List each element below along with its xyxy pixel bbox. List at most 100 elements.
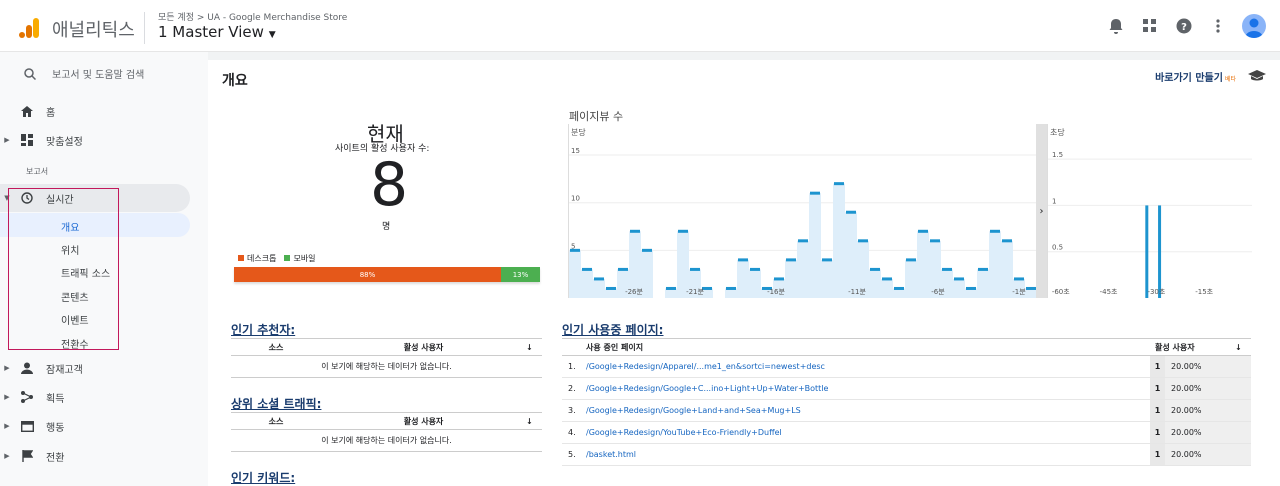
empty-message: 이 보기에 해당하는 데이터가 없습니다. [231,356,542,378]
svg-text:?: ? [1181,22,1187,33]
y-tick-label: 1 [1052,197,1056,205]
row-count: 1 [1150,356,1165,377]
sidebar-item-custom[interactable]: ▶ 맞춤설정 [0,127,208,153]
account-breadcrumb[interactable]: 모든 계정 > UA - Google Merchandise Store [158,10,347,23]
caret-down-icon: ▼ [268,30,276,40]
view-name: 1 Master View [158,23,264,41]
row-number: 2. [568,384,576,393]
view-selector[interactable]: 1 Master View ▼ [158,23,276,41]
data-bar[interactable] [1158,205,1162,298]
col-page[interactable]: 사용 중인 페이지 [586,342,1155,353]
page-link[interactable]: /Google+Redesign/Google+C...ino+Light+Up… [586,384,1150,393]
sort-down-icon[interactable]: ↓ [1235,343,1251,352]
sidebar-item-behavior[interactable]: ▶ 행동 [0,413,208,439]
row-percent: 20.00% [1165,444,1251,465]
sidebar-item-audience[interactable]: ▶ 잠재고객 [0,355,208,381]
expand-arrow-icon: ▶ [4,452,10,460]
sidebar-item-conversions[interactable]: ▶ 전환 [0,443,208,469]
row-percent: 20.00% [1165,378,1251,399]
x-tick-label: -6분 [931,288,945,296]
x-tick-label: -15초 [1195,288,1213,296]
x-tick-label: -26분 [625,288,643,296]
x-tick-label: -16분 [767,288,785,296]
flag-icon [14,450,40,462]
page-link[interactable]: /basket.html [586,450,1150,459]
expand-arrow-icon: ▶ [4,364,10,372]
table-row: 2. /Google+Redesign/Google+C...ino+Light+… [562,378,1251,400]
legend-mobile: 모바일 [284,253,316,264]
referrers-table: 소스 활성 사용자 ↓ 이 보기에 해당하는 데이터가 없습니다. [231,338,542,378]
page-link[interactable]: /Google+Redesign/YouTube+Eco-Friendly+Du… [586,428,1150,437]
top-referrers-title: 인기 추천자: [231,323,296,337]
y-tick-label: 0.5 [1052,244,1063,252]
per-minute-chart: 분당 15 10 5 -26분 -21분 -16분 -11분 -6분 -1분 [568,124,1037,298]
page-link[interactable]: /Google+Redesign/Google+Land+and+Sea+Mug… [586,406,1150,415]
apps-grid-icon[interactable] [1140,16,1160,36]
expand-arrow-icon: ▶ [4,393,10,401]
col-source[interactable]: 소스 [231,342,321,353]
divider [144,12,145,44]
bell-icon[interactable] [1106,16,1126,36]
more-vert-icon[interactable] [1208,16,1228,36]
row-number: 5. [568,450,576,459]
person-icon [14,362,40,374]
search-placeholder: 보고서 및 도움말 검색 [52,70,145,81]
app-name: 애널리틱스 [52,20,135,41]
table-row: 3. /Google+Redesign/Google+Land+and+Sea+M… [562,400,1251,422]
sort-down-icon[interactable]: ↓ [526,343,542,352]
col-active-users[interactable]: 활성 사용자 [321,416,526,427]
help-icon[interactable]: ? [1174,16,1194,36]
chart-expand-arrow-icon[interactable]: › [1036,124,1047,298]
x-tick-label: -11분 [848,288,866,296]
data-bar[interactable] [1145,205,1149,298]
top-bar: 애널리틱스 모든 계정 > UA - Google Merchandise St… [0,0,1280,52]
x-tick-label: -1분 [1012,288,1026,296]
col-active-users[interactable]: 활성 사용자 [1155,342,1235,353]
y-tick-label: 15 [571,147,580,155]
row-percent: 20.00% [1165,422,1251,443]
col-source[interactable]: 소스 [231,416,321,427]
row-percent: 20.00% [1165,400,1251,421]
row-count: 1 [1150,400,1165,421]
sort-down-icon[interactable]: ↓ [526,417,542,426]
behavior-icon [14,420,40,432]
create-shortcut-link[interactable]: 바로가기 만들기 베타 [1155,69,1236,84]
sidebar-item-acquisition[interactable]: ▶ 획득 [0,384,208,410]
col-active-users[interactable]: 활성 사용자 [321,342,526,353]
mobile-segment: 13% [501,267,540,282]
reports-section-label: 보고서 [26,167,49,176]
table-row: 4. /Google+Redesign/YouTube+Eco-Friendly+… [562,422,1251,444]
beta-badge: 베타 [1224,76,1236,83]
pageviews-title: 페이지뷰 수 [569,110,624,123]
page-link[interactable]: /Google+Redesign/Apparel/...me1_en&sortc… [586,362,1150,371]
row-count: 1 [1150,378,1165,399]
expand-arrow-icon: ▶ [4,422,10,430]
table-row: 5. /basket.html 1 20.00% [562,444,1251,466]
acquisition-icon [14,391,40,403]
y-tick-label: 1.5 [1052,151,1063,159]
per-second-chart: 초당 1.5 1 0.5 -60초 -45초 -30초 -15초 [1047,124,1252,298]
highlight-box [8,188,119,350]
avatar[interactable] [1242,14,1266,38]
dashboard-icon [14,134,40,146]
analytics-logo-icon[interactable] [18,16,40,40]
row-number: 3. [568,406,576,415]
page-title: 개요 [222,73,248,89]
row-percent: 20.00% [1165,356,1251,377]
x-tick-label: -30초 [1147,288,1165,296]
search-reports[interactable]: 보고서 및 도움말 검색 [24,66,144,81]
active-users-count: 8 [370,150,409,220]
sidebar-item-home[interactable]: 홈 [0,98,208,124]
top-pages-table: 사용 중인 페이지 활성 사용자 ↓ 1. /Google+Redesign/Appa… [562,338,1251,466]
y-tick-label: 10 [571,195,580,203]
header-actions: ? [1106,14,1266,38]
graduation-cap-icon[interactable] [1248,67,1266,86]
empty-message: 이 보기에 해당하는 데이터가 없습니다. [231,430,542,452]
table-row: 1. /Google+Redesign/Apparel/...me1_en&sor… [562,356,1251,378]
x-tick-label: -60초 [1052,288,1070,296]
social-table: 소스 활성 사용자 ↓ 이 보기에 해당하는 데이터가 없습니다. [231,412,542,452]
per-minute-plot: 15105-26분 -21분 -16분 -11분 -6분 -1분 [569,147,1037,298]
top-pages-title: 인기 사용중 페이지: [562,323,664,337]
device-split-bar: 88% 13% [234,267,540,282]
unit-label: 명 [382,222,391,232]
